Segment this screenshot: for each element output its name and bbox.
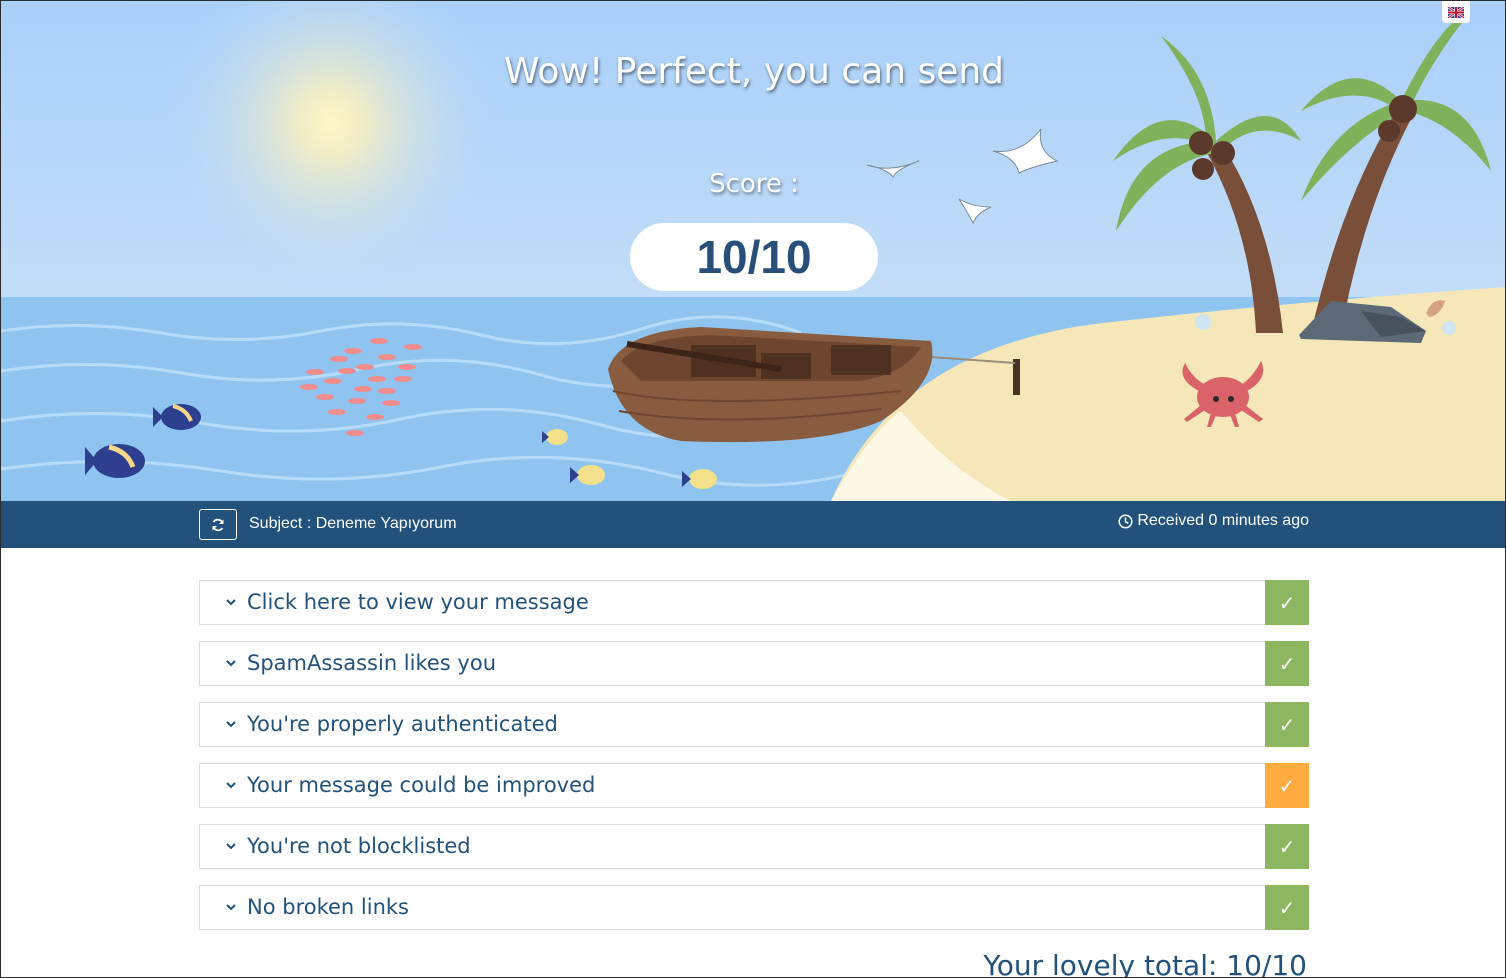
score-value: 10/10 (630, 223, 878, 291)
checkmark-icon: ✓ (1278, 773, 1296, 798)
page-frame: Wow! Perfect, you can send Score : 10/10 (0, 0, 1506, 978)
check-pass-badge: ✓ (1265, 580, 1309, 625)
check-pass-badge: ✓ (1265, 885, 1309, 930)
check-pass-badge: ✓ (1265, 641, 1309, 686)
received-text: Received 0 minutes ago (1137, 512, 1309, 529)
check-broken-links[interactable]: No broken links ✓ (199, 885, 1309, 930)
check-pass-badge: ✓ (1265, 824, 1309, 869)
checkmark-icon: ✓ (1278, 834, 1296, 859)
hero-banner: Wow! Perfect, you can send Score : 10/10 (1, 1, 1505, 501)
chevron-down-icon (226, 843, 236, 850)
checkmark-icon: ✓ (1278, 651, 1296, 676)
refresh-icon (212, 518, 224, 531)
chevron-down-icon (226, 660, 236, 667)
refresh-button[interactable] (199, 509, 237, 540)
uk-flag-icon (1448, 6, 1464, 18)
chevron-down-icon (226, 599, 236, 606)
check-message-improvement[interactable]: Your message could be improved ✓ (199, 763, 1309, 808)
message-subject: Subject : Deneme Yapıyorum (249, 515, 457, 532)
check-blocklist[interactable]: You're not blocklisted ✓ (199, 824, 1309, 869)
check-spamassassin[interactable]: SpamAssassin likes you ✓ (199, 641, 1309, 686)
check-pass-badge: ✓ (1265, 702, 1309, 747)
check-warning-badge: ✓ (1265, 763, 1309, 808)
chevron-down-icon (226, 782, 236, 789)
received-time: Received 0 minutes ago (1118, 512, 1309, 530)
check-results-list: Click here to view your message ✓ SpamAs… (199, 580, 1309, 946)
check-label: You're properly authenticated (247, 712, 558, 736)
chevron-down-icon (226, 721, 236, 728)
clock-icon (1118, 513, 1133, 529)
message-info-bar: Subject : Deneme Yapıyorum Received 0 mi… (1, 501, 1505, 548)
chevron-down-icon (226, 904, 236, 911)
check-view-message[interactable]: Click here to view your message ✓ (199, 580, 1309, 625)
check-label: Click here to view your message (247, 590, 589, 614)
check-authentication[interactable]: You're properly authenticated ✓ (199, 702, 1309, 747)
checkmark-icon: ✓ (1278, 712, 1296, 737)
result-headline: Wow! Perfect, you can send (503, 51, 1005, 92)
language-selector[interactable] (1442, 1, 1470, 23)
total-score: Your lovely total: 10/10 (983, 949, 1307, 978)
checkmark-icon: ✓ (1278, 590, 1296, 615)
checkmark-icon: ✓ (1278, 895, 1296, 920)
check-label: Your message could be improved (247, 773, 596, 797)
check-label: SpamAssassin likes you (247, 651, 497, 675)
check-label: You're not blocklisted (247, 834, 471, 858)
check-label: No broken links (247, 895, 409, 919)
score-label: Score : (709, 169, 799, 199)
